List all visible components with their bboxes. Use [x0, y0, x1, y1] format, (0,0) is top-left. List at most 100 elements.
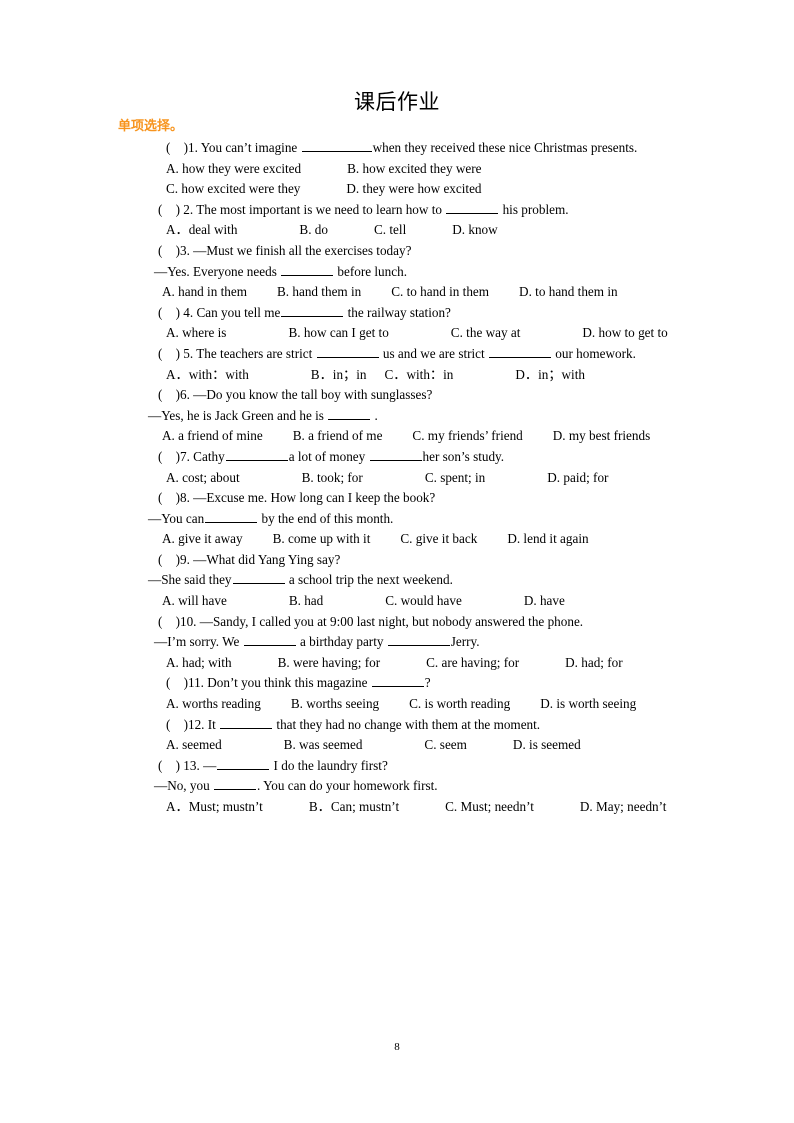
answer-blank[interactable]: [217, 757, 270, 770]
option-d[interactable]: D. had; for: [565, 655, 623, 670]
stem-text-part1: Cathy: [193, 448, 225, 464]
option-b[interactable]: B. a friend of me: [293, 428, 383, 443]
option-b[interactable]: B. were having; for: [278, 655, 381, 670]
answer-bracket-11[interactable]: ( )11.: [142, 673, 204, 694]
answer-bracket-10[interactable]: ( )10.: [138, 612, 196, 633]
option-b[interactable]: B. was seemed: [284, 737, 363, 752]
option-d[interactable]: D. they were how excited: [346, 181, 481, 196]
option-a[interactable]: A．with：with: [166, 367, 249, 382]
question-12: ( )12. It that they had no change with t…: [118, 715, 676, 756]
option-a[interactable]: A. seemed: [166, 737, 222, 752]
question-stem: ( )7. Cathy a lot of money her son’s stud…: [118, 447, 676, 468]
option-d[interactable]: D. how to get to: [582, 325, 667, 340]
option-a[interactable]: A. worths reading: [166, 696, 261, 711]
answer-blank[interactable]: [328, 407, 371, 420]
option-d[interactable]: D. is seemed: [513, 737, 581, 752]
option-b[interactable]: B. do: [299, 222, 328, 237]
answer-bracket-2[interactable]: ( ) 2.: [138, 200, 193, 221]
question-stem: ( ) 2. The most important is we need to …: [118, 200, 676, 221]
answer-bracket-12[interactable]: ( )12.: [142, 715, 204, 736]
answer-bracket-9[interactable]: ( )9.: [138, 550, 190, 571]
reply-text-after: a school trip the next weekend.: [288, 572, 453, 588]
reply-text-before: —She said they: [148, 572, 232, 588]
option-c[interactable]: C. are having; for: [426, 655, 519, 670]
option-a[interactable]: A. where is: [166, 325, 226, 340]
option-c[interactable]: C. how excited were they: [166, 181, 300, 196]
answer-blank-2[interactable]: [489, 345, 551, 358]
option-b[interactable]: B. had: [289, 593, 323, 608]
answer-blank[interactable]: [371, 674, 424, 688]
answer-blank-1[interactable]: [243, 633, 296, 647]
option-b[interactable]: B. hand them in: [277, 284, 361, 299]
option-a[interactable]: A. a friend of mine: [162, 428, 263, 443]
answer-blank-2[interactable]: [369, 448, 422, 461]
option-d[interactable]: D. paid; for: [547, 470, 608, 485]
answer-bracket-7[interactable]: ( )7.: [138, 447, 190, 468]
stem-text-after: that they had no change with them at the…: [276, 716, 541, 732]
question-stem: ( )3. —Must we finish all the exercises …: [118, 241, 676, 262]
answer-bracket-3[interactable]: ( )3.: [138, 241, 190, 262]
option-a[interactable]: A. hand in them: [162, 284, 247, 299]
option-b[interactable]: B. how can I get to: [288, 325, 388, 340]
answer-blank[interactable]: [232, 571, 285, 585]
reply-text-after: . You can do your homework first.: [256, 778, 438, 794]
option-c[interactable]: C. is worth reading: [409, 696, 510, 711]
answer-blank-1[interactable]: [316, 345, 379, 358]
section-heading: 单项选择。: [118, 119, 184, 134]
answer-blank[interactable]: [301, 139, 372, 152]
option-c[interactable]: C. spent; in: [425, 470, 485, 485]
option-b[interactable]: B．in；in: [311, 367, 367, 382]
answer-blank-2[interactable]: [387, 633, 450, 647]
option-c[interactable]: C．with：in: [384, 367, 453, 382]
question-options-row: A. had; with B. were having; for C. are ha…: [118, 653, 676, 674]
option-c[interactable]: C. seem: [424, 737, 467, 752]
stem-text: —Sandy, I called you at 9:00 last night,…: [199, 613, 584, 629]
question-reply: —She said they a school trip the next we…: [118, 570, 676, 591]
option-a[interactable]: A. how they were excited: [166, 161, 301, 176]
option-c[interactable]: C. to hand in them: [391, 284, 489, 299]
option-d[interactable]: D. lend it again: [507, 531, 588, 546]
option-d[interactable]: D. to hand them in: [519, 284, 618, 299]
option-c[interactable]: C. would have: [385, 593, 462, 608]
answer-bracket-6[interactable]: ( )6.: [138, 385, 190, 406]
answer-blank[interactable]: [281, 304, 344, 317]
option-d[interactable]: D. know: [452, 222, 497, 237]
question-10: ( )10. —Sandy, I called you at 9:00 last…: [118, 612, 676, 674]
option-c[interactable]: C. tell: [374, 222, 406, 237]
option-d[interactable]: D. May; needn’t: [580, 799, 667, 814]
option-a[interactable]: A. had; with: [166, 655, 232, 670]
option-c[interactable]: C. the way at: [451, 325, 521, 340]
option-b[interactable]: B. took; for: [302, 470, 363, 485]
option-a[interactable]: A. will have: [162, 593, 227, 608]
answer-blank[interactable]: [220, 715, 273, 729]
answer-blank[interactable]: [446, 201, 499, 214]
option-b[interactable]: B. come up with it: [273, 531, 371, 546]
option-d[interactable]: D. have: [524, 593, 565, 608]
question-options-row: A．Must; mustn’t B．Can; mustn’t C. Must; ne…: [118, 797, 676, 818]
option-a[interactable]: A. cost; about: [166, 470, 240, 485]
option-c[interactable]: C. Must; needn’t: [445, 799, 534, 814]
answer-bracket-1[interactable]: ( )1.: [142, 138, 198, 159]
answer-blank[interactable]: [281, 262, 334, 276]
option-a[interactable]: A．deal with: [166, 222, 237, 237]
option-d[interactable]: D. is worth seeing: [540, 696, 636, 711]
option-b[interactable]: B．Can; mustn’t: [309, 799, 399, 814]
answer-bracket-13[interactable]: ( ) 13.: [138, 756, 200, 777]
option-b[interactable]: B. how excited they were: [347, 161, 481, 176]
option-c[interactable]: C. my friends’ friend: [412, 428, 522, 443]
stem-text-after: the railway station?: [347, 304, 451, 320]
answer-bracket-8[interactable]: ( )8.: [138, 488, 190, 509]
answer-bracket-4[interactable]: ( ) 4.: [138, 303, 193, 324]
answer-bracket-5[interactable]: ( ) 5.: [138, 344, 193, 365]
option-a[interactable]: A．Must; mustn’t: [166, 799, 263, 814]
option-b[interactable]: B. worths seeing: [291, 696, 379, 711]
answer-blank-2[interactable]: [213, 777, 256, 791]
option-d[interactable]: D. my best friends: [553, 428, 650, 443]
answer-blank-1[interactable]: [225, 448, 288, 461]
option-d[interactable]: D．in；with: [515, 367, 585, 382]
option-c[interactable]: C. give it back: [400, 531, 477, 546]
answer-blank[interactable]: [205, 510, 258, 523]
question-options-row: A. seemed B. was seemed C. seem D. is seeme…: [118, 735, 676, 756]
question-13: ( ) 13. — I do the laundry first? —No, y…: [118, 756, 676, 818]
option-a[interactable]: A. give it away: [162, 531, 243, 546]
